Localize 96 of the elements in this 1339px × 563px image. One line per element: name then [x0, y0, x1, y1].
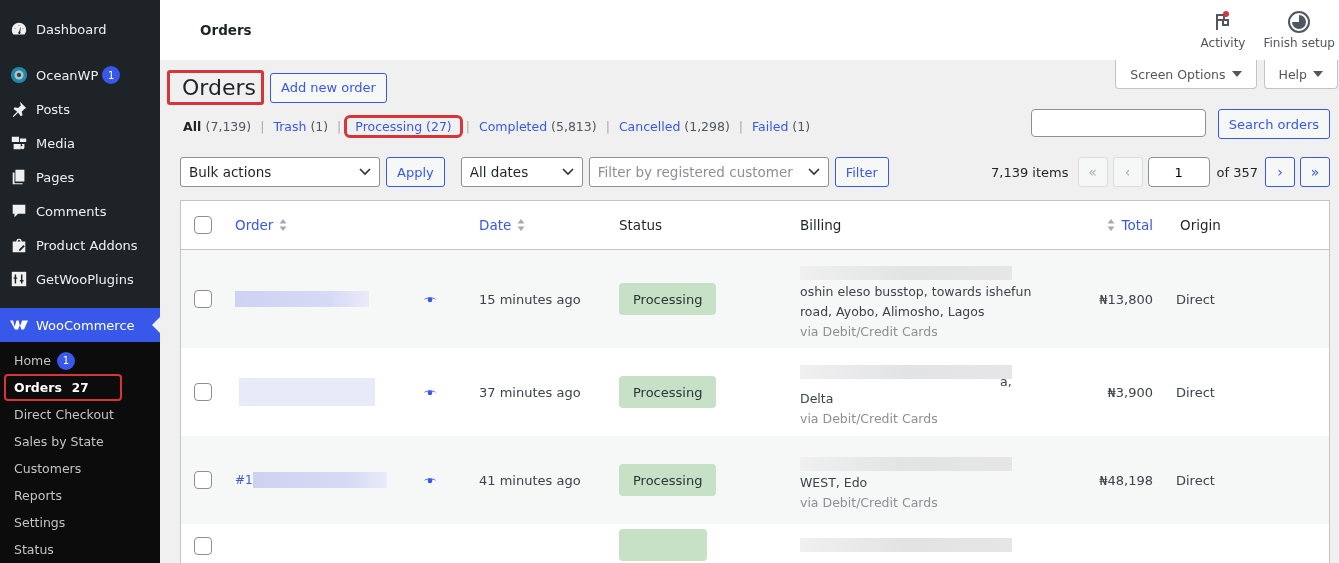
sortable-column-header[interactable]: Order — [235, 217, 274, 233]
status-badge: Processing — [619, 376, 717, 408]
row-checkbox[interactable] — [194, 537, 212, 555]
notification-badge: 1 — [56, 351, 75, 370]
sidebar-item[interactable]: Dashboard — [0, 12, 160, 46]
payment-method: via Debit/Credit Cards — [800, 410, 939, 428]
order-number-link[interactable]: #1 — [235, 473, 253, 487]
search-field[interactable] — [1030, 109, 1206, 137]
submenu-item[interactable]: Orders 27 — [4, 374, 122, 401]
submenu-item[interactable]: Status — [4, 536, 156, 563]
sort-icon[interactable] — [1107, 218, 1116, 232]
date-filter-dropdown[interactable]: All dates — [460, 157, 583, 187]
row-checkbox[interactable] — [194, 383, 212, 401]
order-date: 37 minutes ago — [479, 384, 582, 400]
billing-address-line: road, Ayobo, Alimosho, Lagos — [800, 303, 986, 321]
status-filter-link[interactable]: Cancelled (1,298) — [615, 117, 733, 135]
sidebar-item[interactable]: GetWooPlugins — [0, 262, 160, 296]
order-origin: Direct — [1175, 291, 1216, 307]
submenu-item[interactable]: Settings — [4, 509, 156, 536]
sidebar-item[interactable]: Posts — [0, 92, 160, 126]
separator: | — [260, 118, 265, 134]
notification-badge: 1 — [102, 66, 121, 84]
sliders-icon — [10, 270, 28, 288]
sidebar-item[interactable]: Product Addons — [0, 228, 160, 262]
order-total: ₦48,198 — [1098, 472, 1153, 488]
page-number-field[interactable]: 1 — [1147, 157, 1210, 187]
separator: | — [337, 118, 342, 134]
preview-eye-icon[interactable] — [423, 387, 437, 397]
status-badge: Processing — [619, 283, 717, 315]
row-checkbox[interactable] — [194, 290, 212, 308]
help-button[interactable]: Help — [1263, 60, 1338, 89]
separator: | — [738, 118, 744, 134]
toolbar-action[interactable]: Finish setup — [1259, 0, 1339, 60]
order-total: ₦3,900 — [1106, 384, 1153, 400]
submenu-item[interactable]: Direct Checkout — [4, 401, 156, 428]
submenu-item[interactable]: Customers — [4, 455, 156, 482]
page-title: Orders — [200, 22, 252, 38]
preview-eye-icon[interactable] — [423, 475, 437, 485]
sort-icon[interactable] — [517, 218, 526, 232]
status-filter-link[interactable]: Trash (1) — [270, 117, 332, 135]
status-filter-link[interactable]: All (7,139) — [180, 117, 255, 135]
next-page-button[interactable]: › — [1265, 157, 1295, 187]
select-all-checkbox[interactable] — [194, 216, 212, 234]
payment-method: via Debit/Credit Cards — [800, 323, 939, 341]
media-icon — [10, 134, 28, 152]
submenu-item[interactable]: Reports — [4, 482, 156, 509]
status-filter-link[interactable]: Failed (1) — [749, 117, 814, 135]
status-filter-link[interactable]: Processing (27) — [347, 117, 460, 135]
status-badge: Processing — [619, 464, 717, 496]
page-heading: Orders — [167, 70, 264, 105]
sidebar-item[interactable]: WooCommerce — [0, 308, 160, 342]
order-date: 41 minutes ago — [479, 472, 582, 488]
sortable-column-header[interactable]: Date — [479, 217, 512, 233]
sidebar-item[interactable]: Comments — [0, 194, 160, 228]
address-fragment: a, — [1000, 375, 1012, 389]
chevron-icon — [359, 168, 371, 176]
bulk-actions-dropdown[interactable]: Bulk actions — [180, 157, 380, 187]
screen-options-button[interactable]: Screen Options — [1115, 60, 1257, 89]
pushpin-icon — [10, 100, 28, 118]
billing-address-line: WEST, Edo — [800, 474, 869, 492]
order-total: ₦13,800 — [1098, 291, 1153, 307]
chevron-icon — [561, 168, 574, 176]
sidebar-item[interactable]: Media — [0, 126, 160, 160]
count-label: 27 — [71, 380, 89, 395]
order-date: 15 minutes ago — [479, 291, 582, 307]
progress-icon — [1287, 10, 1312, 34]
sort-icon[interactable] — [279, 218, 288, 232]
status-filter-link[interactable]: Completed (5,813) — [475, 117, 600, 135]
payment-method: via Debit/Credit Cards — [800, 494, 939, 512]
order-origin: Direct — [1175, 384, 1216, 400]
filter-button[interactable]: Filter — [834, 157, 889, 187]
ring-logo-icon — [10, 66, 28, 84]
separator: | — [465, 118, 470, 134]
row-checkbox[interactable] — [194, 471, 212, 489]
search-orders-button[interactable]: Search orders — [1217, 109, 1330, 139]
submenu-item[interactable]: Home 1 — [4, 347, 156, 374]
last-page-button[interactable]: » — [1300, 157, 1330, 187]
sidebar-item[interactable]: OceanWP 1 — [0, 58, 160, 92]
toolbar-action[interactable]: Activity — [1196, 0, 1250, 60]
shopping-bag-icon — [10, 236, 28, 254]
page-total: of 357 — [1216, 164, 1258, 180]
sidebar-item[interactable]: Pages — [0, 160, 160, 194]
apply-button[interactable]: Apply — [386, 157, 445, 187]
chevron-icon — [807, 168, 820, 176]
submenu-item[interactable]: Sales by State — [4, 428, 156, 455]
billing-address-line: oshin eleso busstop, towards ishefun — [800, 283, 1033, 301]
item-count: 7,139 items — [991, 164, 1069, 180]
preview-eye-icon[interactable] — [423, 294, 437, 304]
separator: | — [605, 118, 610, 134]
column-label: Origin — [1180, 217, 1221, 233]
sortable-column-header[interactable]: Total — [1121, 217, 1153, 233]
billing-address-line: Delta — [800, 390, 835, 408]
add-new-order-button[interactable]: Add new order — [270, 72, 387, 103]
column-label: Status — [619, 217, 663, 233]
order-origin: Direct — [1175, 472, 1216, 488]
column-label: Billing — [800, 217, 842, 233]
